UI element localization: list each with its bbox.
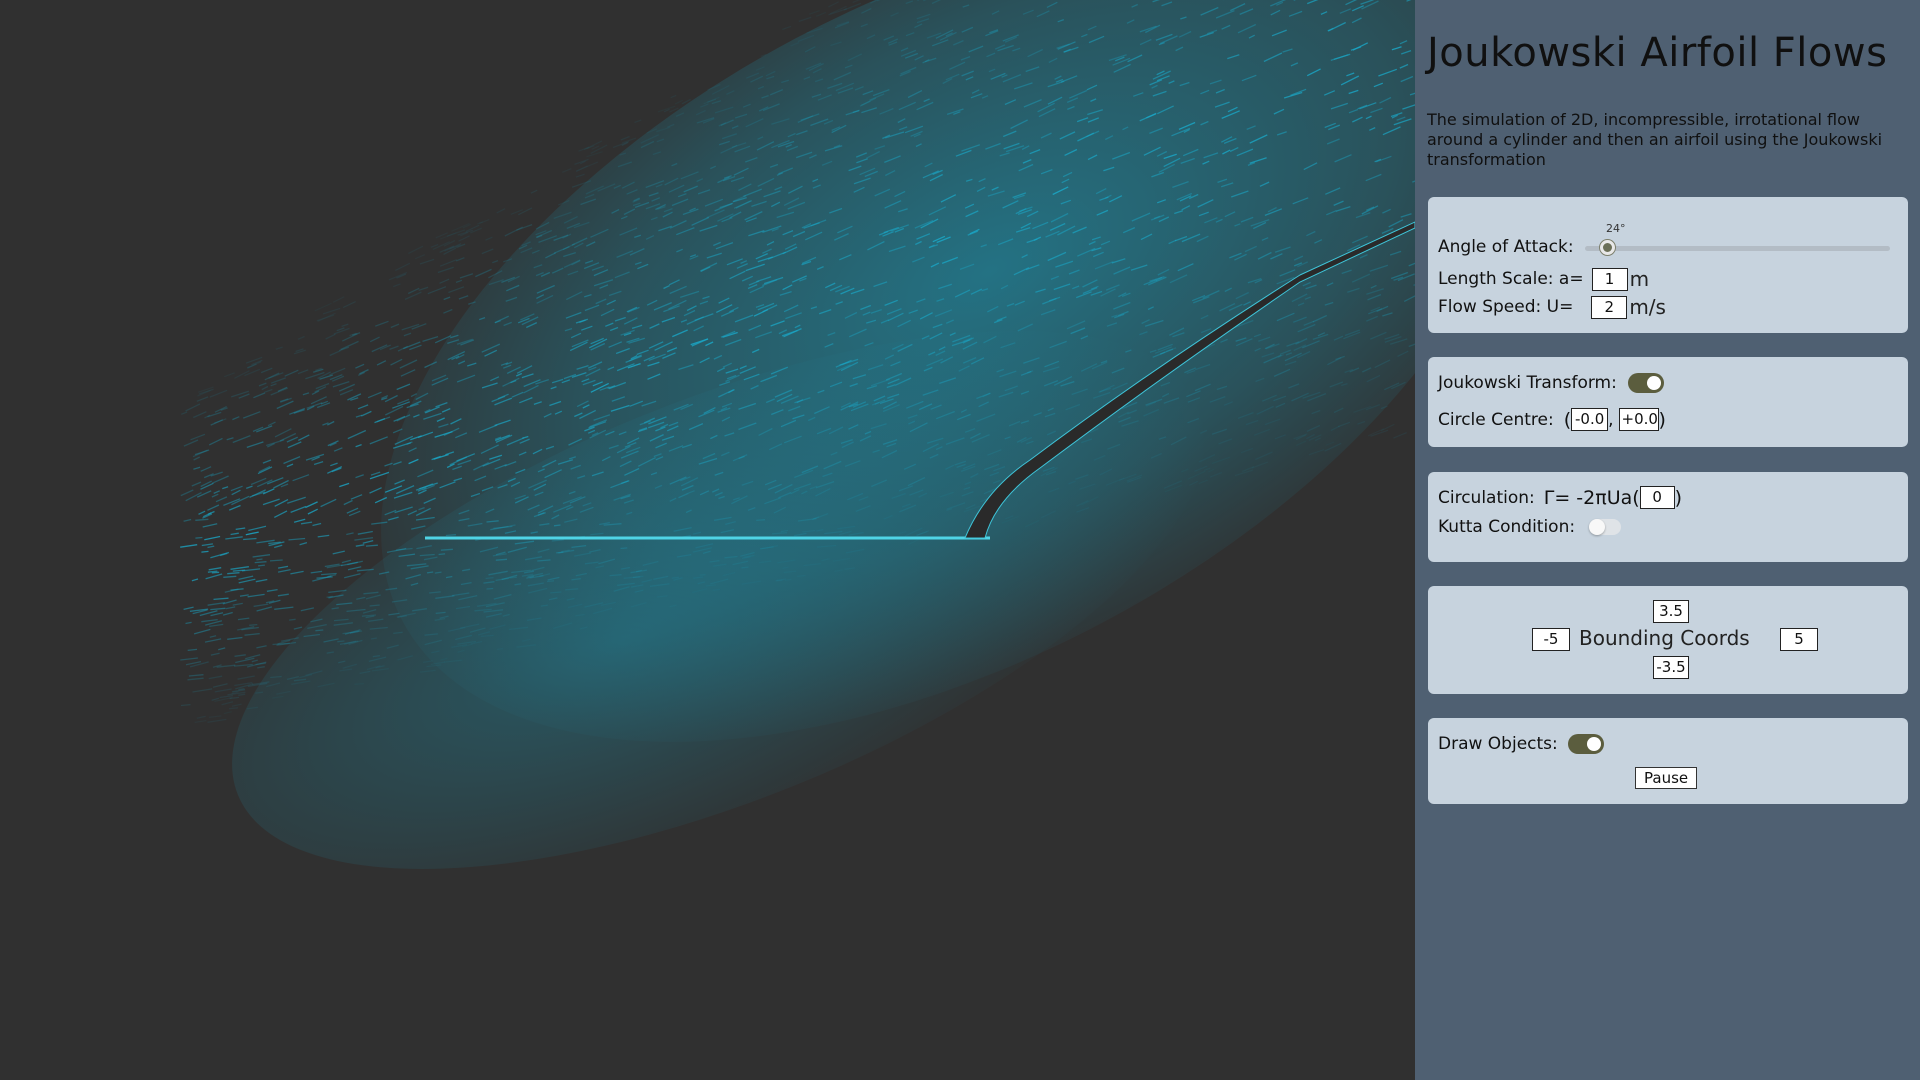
speed-unit: m/s	[1629, 295, 1666, 319]
circle-centre-y-input[interactable]: +0.0	[1618, 408, 1659, 431]
comma: ,	[1608, 409, 1614, 430]
close-paren: )	[1658, 408, 1666, 431]
flow-visualization[interactable]	[0, 0, 1415, 1080]
length-scale-input[interactable]: 1	[1591, 267, 1628, 291]
circulation-close-paren: )	[1674, 486, 1683, 509]
bounding-coords-card: 3.5 -5 Bounding Coords 5 -3.5	[1428, 586, 1908, 694]
draw-options-card: Draw Objects: Pause	[1428, 718, 1908, 804]
flow-speed-row: Flow Speed: U= 2 m/s	[1438, 295, 1666, 319]
kutta-condition-toggle[interactable]	[1589, 519, 1622, 535]
length-unit: m	[1629, 267, 1650, 291]
length-scale-label: Length Scale: a=	[1438, 269, 1584, 289]
toggle-knob	[1589, 519, 1606, 535]
angle-of-attack-row: Angle of Attack:	[1438, 237, 1574, 257]
circulation-card: Circulation: Γ= -2πUa( 0 ) Kutta Conditi…	[1428, 472, 1908, 562]
draw-objects-toggle[interactable]	[1567, 734, 1604, 754]
toggle-knob	[1586, 737, 1601, 751]
joukowski-transform-row: Joukowski Transform:	[1438, 373, 1664, 393]
length-scale-row: Length Scale: a= 1 m	[1438, 267, 1649, 291]
bound-bottom-input[interactable]: -3.5	[1653, 656, 1689, 679]
flow-canvas[interactable]	[0, 0, 1415, 1080]
circle-centre-row: Circle Centre: ( -0.0 , +0.0 )	[1438, 408, 1666, 431]
pause-button[interactable]: Pause	[1635, 767, 1698, 789]
toggle-knob	[1646, 376, 1661, 390]
angle-of-attack-value: 24°	[1606, 222, 1626, 235]
open-paren: (	[1563, 408, 1572, 431]
page-description: The simulation of 2D, incompressible, ir…	[1427, 110, 1883, 169]
transform-card: Joukowski Transform: Circle Centre: ( -0…	[1428, 357, 1908, 447]
joukowski-transform-label: Joukowski Transform:	[1438, 373, 1617, 393]
joukowski-transform-toggle[interactable]	[1627, 373, 1664, 393]
control-panel: Joukowski Airfoil Flows The simulation o…	[1415, 0, 1920, 1080]
slider-thumb[interactable]	[1600, 240, 1615, 255]
circulation-formula: Γ= -2πUa(	[1543, 486, 1640, 509]
circulation-label: Circulation:	[1438, 487, 1535, 508]
flow-cloud	[232, 0, 1415, 869]
bound-top-input[interactable]: 3.5	[1653, 600, 1689, 623]
circulation-row: Circulation: Γ= -2πUa( 0 )	[1438, 486, 1682, 509]
page-title: Joukowski Airfoil Flows	[1427, 30, 1888, 76]
circle-centre-label: Circle Centre:	[1438, 409, 1554, 430]
draw-objects-label: Draw Objects:	[1438, 734, 1558, 754]
angle-of-attack-label: Angle of Attack:	[1438, 237, 1574, 257]
draw-objects-row: Draw Objects:	[1438, 734, 1604, 754]
bound-left-input[interactable]: -5	[1532, 628, 1570, 651]
circulation-input[interactable]: 0	[1639, 486, 1675, 509]
angle-of-attack-slider[interactable]	[1585, 240, 1890, 255]
flow-speed-label: Flow Speed: U=	[1438, 297, 1574, 317]
circle-centre-x-input[interactable]: -0.0	[1571, 408, 1609, 431]
flow-speed-input[interactable]: 2	[1591, 295, 1628, 319]
flow-parameters-card: Angle of Attack: 24° Length Scale: a= 1 …	[1428, 197, 1908, 333]
kutta-condition-row: Kutta Condition:	[1438, 517, 1622, 537]
kutta-condition-label: Kutta Condition:	[1438, 517, 1576, 537]
bound-right-input[interactable]: 5	[1780, 628, 1818, 651]
bounding-coords-label: Bounding Coords	[1579, 626, 1750, 650]
